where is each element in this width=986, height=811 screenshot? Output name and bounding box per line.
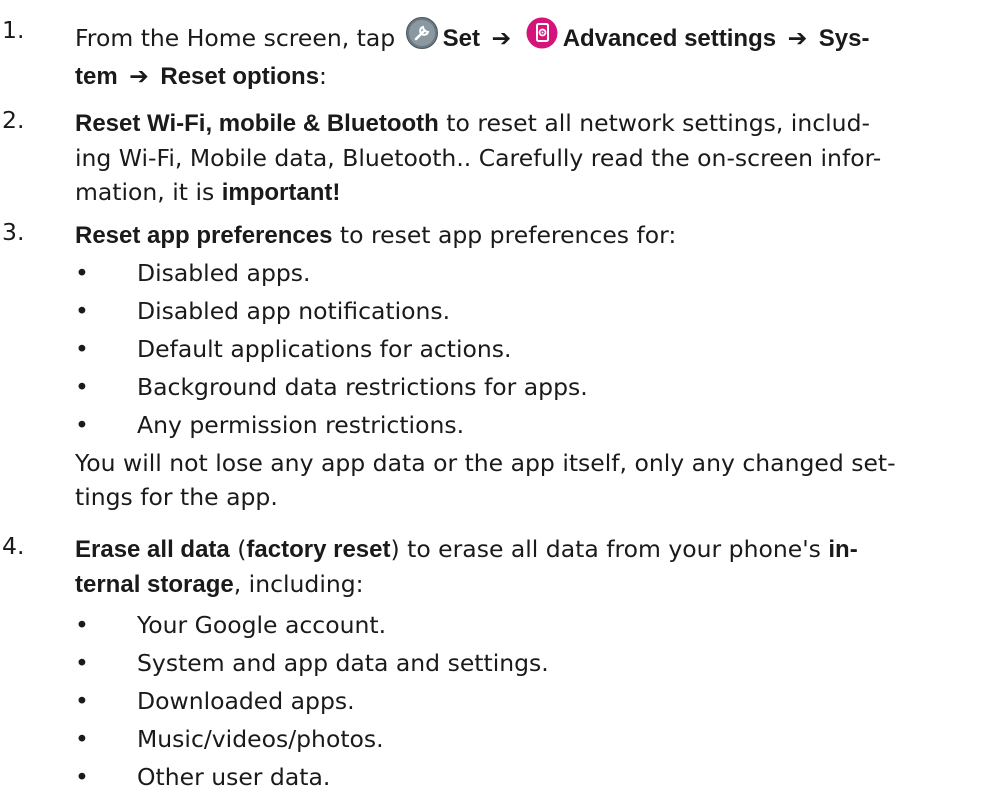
- step-text: Reset app preferences to reset app prefe…: [75, 218, 980, 253]
- bullet-icon: •: [75, 259, 89, 287]
- list-item-text: Any permission restrictions.: [137, 411, 465, 439]
- step-text-part: to reset all network settings, includ-: [438, 109, 870, 137]
- step-text-part: mation, it is: [75, 178, 222, 206]
- bullet-icon: •: [75, 297, 89, 325]
- step-number: 2.: [2, 106, 25, 134]
- reset-network-label: Reset Wi-Fi, mobile & Bluetooth: [75, 110, 439, 137]
- instruction-page: 1. From the Home screen, tap Set ➔ Advan…: [0, 0, 986, 811]
- erase-all-data-label: Erase all data: [75, 536, 230, 563]
- bullet-icon: •: [75, 725, 89, 753]
- bullet-icon: •: [75, 649, 89, 677]
- bullet-icon: •: [75, 611, 89, 639]
- wrench-icon: [405, 16, 439, 59]
- advanced-settings-label: Advanced settings: [562, 25, 777, 52]
- step-text-part: to reset app preferences for:: [332, 221, 677, 249]
- reset-app-preferences-label: Reset app preferences: [75, 222, 333, 249]
- internal-storage-label-cont: ternal storage: [75, 571, 234, 598]
- list-item-text: Downloaded apps.: [137, 687, 355, 715]
- set-label: Set: [442, 25, 481, 52]
- bullet-icon: •: [75, 411, 89, 439]
- system-label: Sys-: [818, 25, 870, 52]
- step-text-part: ing Wi-Fi, Mobile data, Bluetooth.. Care…: [75, 144, 882, 172]
- step-text: Reset Wi-Fi, mobile & Bluetooth to reset…: [75, 106, 980, 210]
- bullet-icon: •: [75, 335, 89, 363]
- step-number: 1.: [2, 16, 25, 44]
- list-item-text: Your Google account.: [137, 611, 387, 639]
- step-text-part: , including:: [233, 570, 364, 598]
- step-note: You will not lose any app data or the ap…: [75, 446, 980, 514]
- bullet-icon: •: [75, 373, 89, 401]
- list-item-text: Other user data.: [137, 763, 331, 791]
- note-text: You will not lose any app data or the ap…: [75, 449, 896, 477]
- system-label-cont: tem: [75, 63, 118, 90]
- step-text: Erase all data (factory reset) to erase …: [75, 532, 980, 602]
- list-item-text: Music/videos/photos.: [137, 725, 384, 753]
- list-item-text: Disabled apps.: [137, 259, 311, 287]
- note-text: tings for the app.: [75, 483, 278, 511]
- arrow-icon: ➔: [129, 62, 149, 90]
- list-item-text: System and app data and settings.: [137, 649, 549, 677]
- arrow-icon: ➔: [787, 24, 808, 52]
- step-number: 4.: [2, 532, 25, 560]
- arrow-icon: ➔: [491, 24, 512, 52]
- reset-options-label: Reset options: [160, 63, 320, 90]
- bullet-icon: •: [75, 687, 89, 715]
- step-text-part: ) to erase all data from your phone's: [390, 535, 829, 563]
- bullet-icon: •: [75, 763, 89, 791]
- factory-reset-label: factory reset: [246, 536, 391, 563]
- step-suffix: :: [319, 62, 327, 90]
- step-number: 3.: [2, 218, 25, 246]
- list-item-text: Default applications for actions.: [137, 335, 512, 363]
- internal-storage-label: in-: [828, 536, 858, 563]
- phone-settings-icon: [525, 16, 559, 59]
- list-item-text: Disabled app notifications.: [137, 297, 451, 325]
- step-text-part: (: [229, 535, 247, 563]
- list-item-text: Background data restrictions for apps.: [137, 373, 588, 401]
- step-prefix: From the Home screen, tap: [75, 24, 396, 52]
- step-text: From the Home screen, tap Set ➔ Advanced…: [75, 16, 980, 94]
- important-label: important!: [221, 179, 341, 206]
